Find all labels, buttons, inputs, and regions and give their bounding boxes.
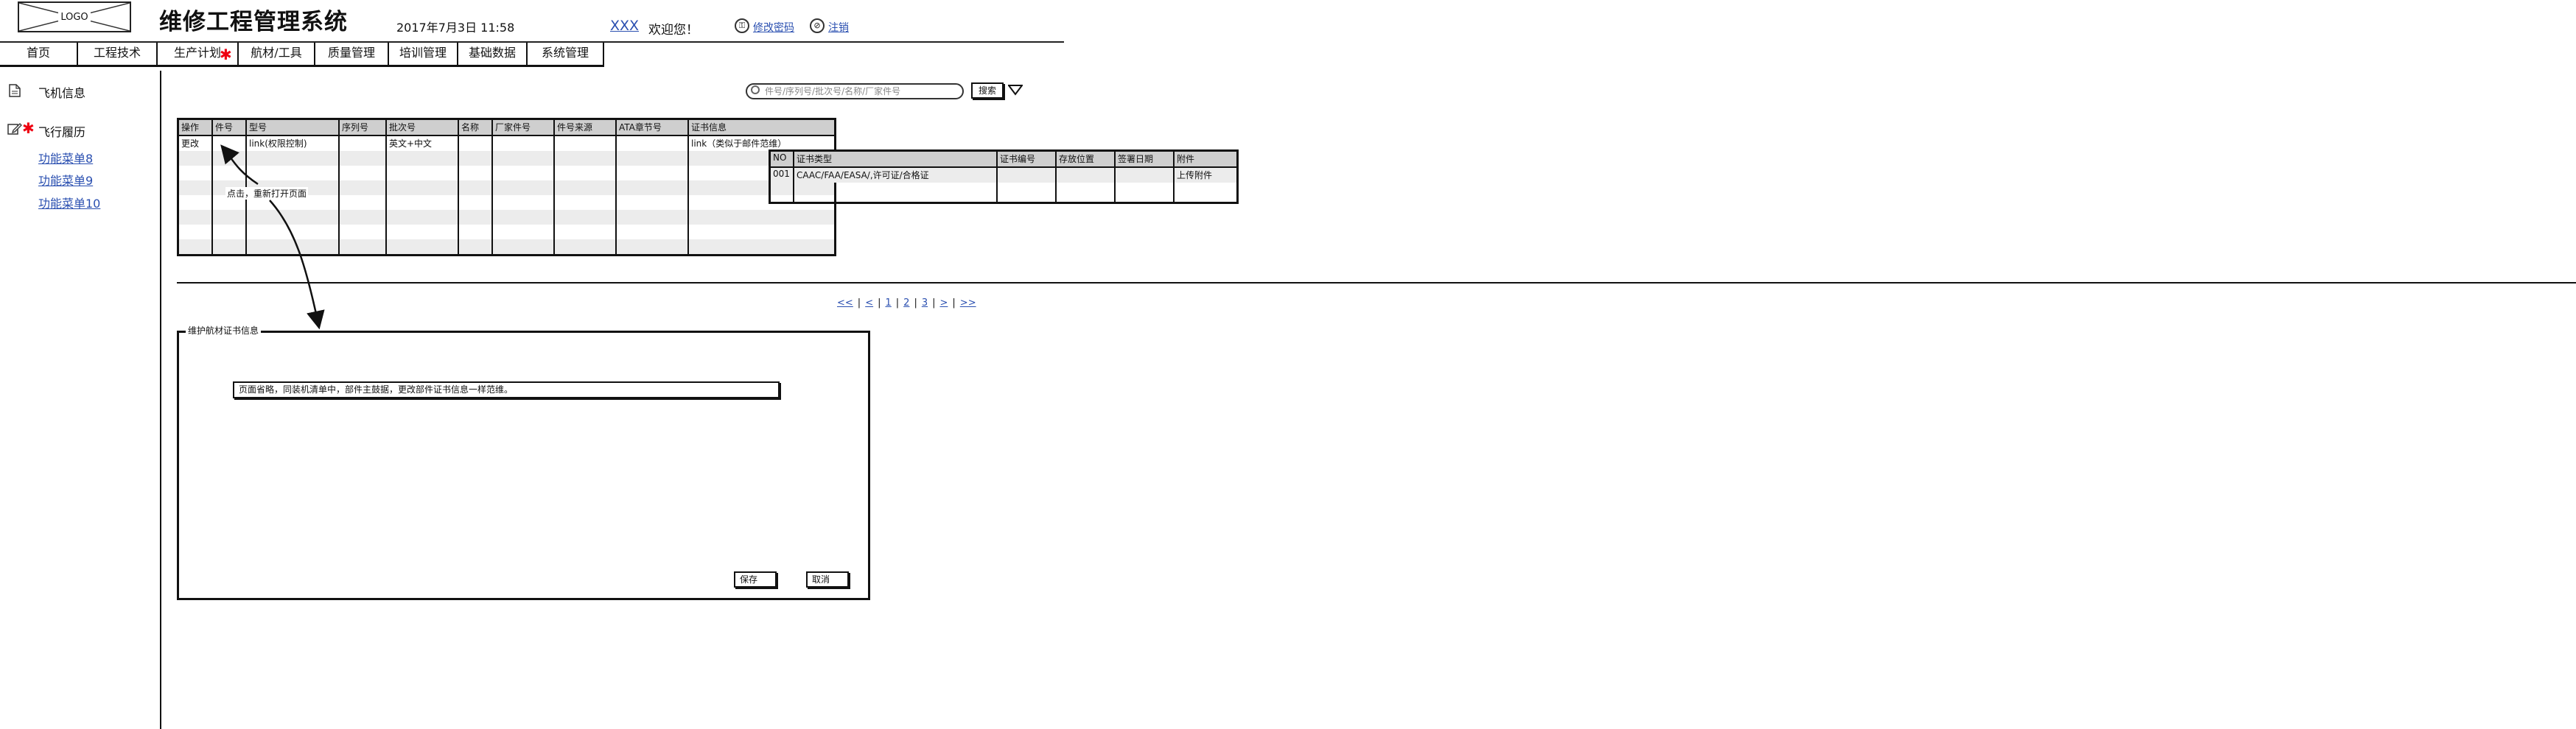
col-header-batch: 批次号 <box>385 119 459 136</box>
save-button[interactable]: 保存 <box>734 571 777 588</box>
sidebar-aircraft-info[interactable]: 飞机信息 <box>38 83 85 101</box>
red-asterisk-icon: ✱ <box>220 46 232 63</box>
batch-cell: 英文+中文 <box>385 135 459 151</box>
pager-page-3[interactable]: 3 <box>922 297 928 309</box>
logout-link[interactable]: 注销 <box>828 20 849 35</box>
main-nav: 首页 工程技术 生产计划 ✱ 航材/工具 质量管理 培训管理 基础数据 系统管理 <box>0 43 604 67</box>
app-title: 维修工程管理系统 <box>159 9 348 35</box>
user-link[interactable]: XXX <box>610 18 639 34</box>
col-header-vendor-part: 厂家件号 <box>491 119 555 136</box>
pager-page-1[interactable]: 1 <box>885 297 891 309</box>
search-button[interactable]: 搜索 <box>971 82 1004 99</box>
table-row: 001 CAAC/FAA/EASA/,许可证/合格证 上传附件 <box>769 167 1239 183</box>
pagination: << | < | 1 | 2 | 3 | > | >> <box>837 297 976 309</box>
certificate-popup-table: NO 证书类型 证书编号 存放位置 签署日期 附件 001 CAAC/FAA/E… <box>769 149 1239 204</box>
popup-col-location: 存放位置 <box>1055 150 1116 168</box>
pager-next[interactable]: > <box>940 297 948 309</box>
pager-prev[interactable]: < <box>865 297 873 309</box>
upload-attachment-link[interactable]: 上传附件 <box>1173 167 1239 183</box>
popup-cell-no: 001 <box>769 167 794 183</box>
nav-training[interactable]: 培训管理 <box>389 43 458 65</box>
document-icon <box>9 84 21 97</box>
logo-text: LOGO <box>58 12 91 23</box>
logo: LOGO <box>18 1 131 32</box>
welcome-text: 欢迎您！ <box>648 23 699 38</box>
section-separator <box>177 282 2576 284</box>
sidebar-link-menu8[interactable]: 功能菜单8 <box>38 149 93 166</box>
popup-col-sign-date: 签署日期 <box>1114 150 1175 168</box>
change-password-link[interactable]: 修改密码 <box>753 20 794 35</box>
sidebar-link-menu9[interactable]: 功能菜单9 <box>38 171 93 189</box>
filter-icon[interactable] <box>1008 84 1023 96</box>
nav-engineering[interactable]: 工程技术 <box>78 43 158 65</box>
datetime: 2017年7月3日 11:58 <box>396 21 515 35</box>
sidebar-flight-history[interactable]: 飞行履历 <box>38 122 85 140</box>
pager-page-2[interactable]: 2 <box>903 297 909 309</box>
col-header-part-no: 件号 <box>211 119 247 136</box>
col-header-ata: ATA章节号 <box>615 119 689 136</box>
certificate-link[interactable]: link（类似于邮件范维） <box>687 135 836 151</box>
nav-system[interactable]: 系统管理 <box>528 43 604 65</box>
popup-col-attachment: 附件 <box>1173 150 1239 168</box>
panel-note: 页面省略，同装机清单中，部件主鼓据，更改部件证书信息一样范维。 <box>233 381 780 398</box>
nav-production-plan-label: 生产计划 <box>173 46 221 60</box>
col-header-name: 名称 <box>458 119 493 136</box>
key-icon: ⚿ <box>735 18 749 33</box>
col-header-serial: 序列号 <box>338 119 387 136</box>
col-header-part-source: 件号来源 <box>553 119 617 136</box>
nav-home[interactable]: 首页 <box>0 43 78 65</box>
annotation-note: 点击，重新打开页面 <box>225 187 309 200</box>
table-row <box>769 183 1239 203</box>
table-header-row: 操作 件号 型号 序列号 批次号 名称 厂家件号 件号来源 ATA章节号 证书信… <box>177 119 836 136</box>
col-header-certificate: 证书信息 <box>687 119 836 136</box>
logout-icon: ⊘ <box>810 18 825 33</box>
col-header-model: 型号 <box>245 119 340 136</box>
panel-legend: 维护航材证书信息 <box>186 324 262 337</box>
pager-last[interactable]: >> <box>960 297 976 309</box>
annotation-arrow <box>220 144 325 330</box>
col-header-operation: 操作 <box>177 119 213 136</box>
nav-materials-tools[interactable]: 航材/工具 <box>239 43 315 65</box>
popup-cell-cert-type: CAAC/FAA/EASA/,许可证/合格证 <box>793 167 998 183</box>
nav-quality[interactable]: 质量管理 <box>315 43 389 65</box>
edit-icon <box>7 123 22 135</box>
popup-col-no: NO <box>769 150 794 168</box>
sidebar-link-menu10[interactable]: 功能菜单10 <box>38 194 100 211</box>
search-input[interactable]: 件号/序列号/批次号/名称/厂家件号 <box>746 83 964 99</box>
cancel-button[interactable]: 取消 <box>806 571 849 588</box>
popup-col-cert-no: 证书编号 <box>996 150 1057 168</box>
popup-col-cert-type: 证书类型 <box>793 150 998 168</box>
certificate-maintenance-panel <box>177 331 870 600</box>
sidebar-divider <box>160 71 161 729</box>
pager-first[interactable]: << <box>837 297 853 309</box>
search-icon <box>751 85 760 94</box>
popup-header-row: NO 证书类型 证书编号 存放位置 签署日期 附件 <box>769 150 1239 168</box>
nav-base-data[interactable]: 基础数据 <box>458 43 528 65</box>
nav-production-plan[interactable]: 生产计划 ✱ <box>158 43 239 65</box>
red-asterisk-icon: ✱ <box>22 119 35 137</box>
